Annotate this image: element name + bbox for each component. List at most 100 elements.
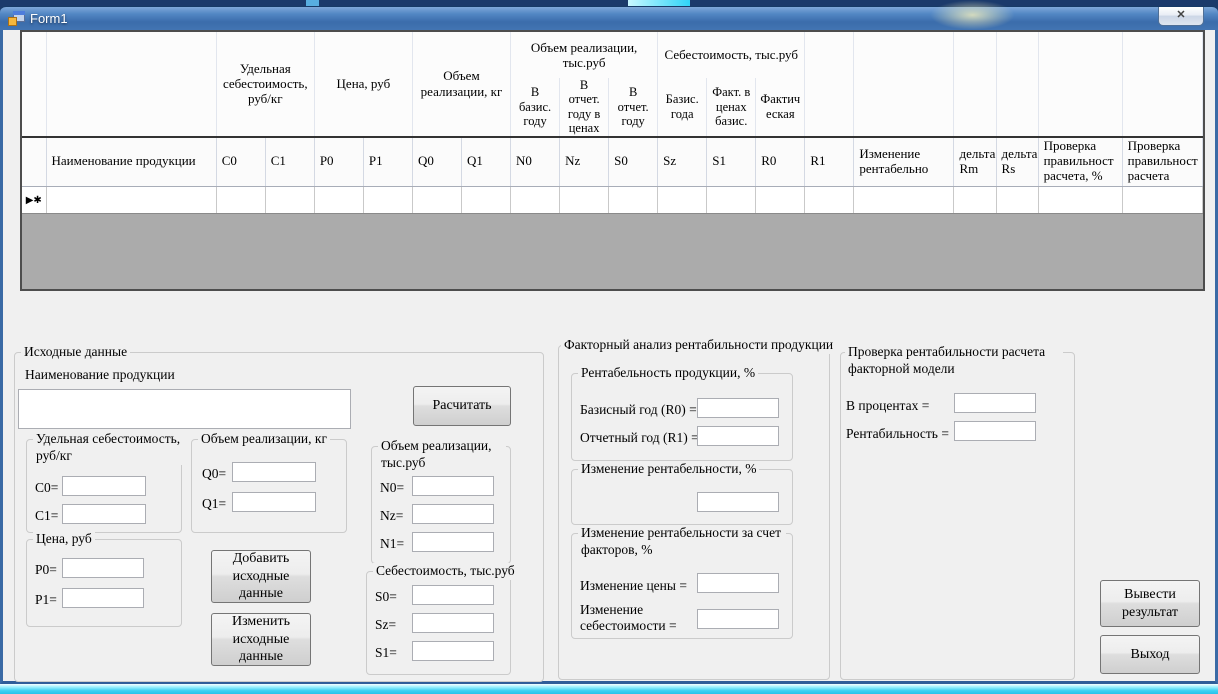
col-header-s0[interactable]: S0: [609, 137, 658, 187]
grid-cell[interactable]: [560, 187, 609, 214]
q0-input[interactable]: [232, 462, 316, 482]
izmenenie-sebestoimosti-input[interactable]: [697, 609, 779, 629]
groupbox-sebestoimost: Себестоимость, тыс.руб S0= Sz= S1=: [366, 571, 511, 675]
r1-result-label: Отчетный год (R1) =: [580, 430, 699, 446]
groupbox-iskhodnye-legend: Исходные данные: [21, 344, 130, 361]
grid-cell[interactable]: [609, 187, 658, 214]
n0-label: N0=: [380, 480, 404, 496]
izmenenie-sebestoimosti-label: Изменение себестоимости =: [580, 602, 692, 634]
subheader-fakt-cenah: Факт. в ценах базис.: [707, 78, 756, 137]
grid-cell[interactable]: [461, 187, 510, 214]
grid-cell[interactable]: [707, 187, 756, 214]
groupbox-obem-tys: Объем реализации, тыс.руб N0= Nz= N1=: [371, 446, 511, 564]
r0-result-input[interactable]: [697, 398, 779, 418]
grid-header-empty: [854, 32, 954, 137]
group-header-obem-kg: Объем реализации, кг: [412, 32, 510, 137]
groupbox-izmenenie-rentabelnosti: Изменение рентабельности, %: [571, 469, 793, 525]
grid-cell-selected[interactable]: [46, 187, 216, 214]
n0-input[interactable]: [412, 476, 494, 496]
groupbox-rentabelnost-legend: Рентабельность продукции, %: [578, 365, 758, 382]
grid-cell[interactable]: [412, 187, 461, 214]
col-header-c0[interactable]: C0: [216, 137, 265, 187]
n1-label: N1=: [380, 536, 404, 552]
col-header-izmenenie[interactable]: Изменение рентабельно: [854, 137, 954, 187]
grid-cell[interactable]: [996, 187, 1038, 214]
col-header-delta-rm[interactable]: дельта Rm: [954, 137, 996, 187]
grid-cell[interactable]: [756, 187, 805, 214]
r1-result-input[interactable]: [697, 426, 779, 446]
form-icon: [8, 11, 25, 27]
grid-cell[interactable]: [1038, 187, 1122, 214]
col-header-proverka[interactable]: Проверка правильност расчета: [1122, 137, 1202, 187]
p0-label: P0=: [35, 562, 57, 578]
col-header-s1[interactable]: S1: [707, 137, 756, 187]
col-header-p0[interactable]: P0: [314, 137, 363, 187]
izmenit-button[interactable]: Изменить исходные данные: [211, 613, 311, 666]
col-header-r0[interactable]: R0: [756, 137, 805, 187]
c1-input[interactable]: [62, 504, 146, 524]
nz-input[interactable]: [412, 504, 494, 524]
dobavit-button[interactable]: Добавить исходные данные: [211, 550, 311, 603]
p0-input[interactable]: [62, 558, 144, 578]
n1-input[interactable]: [412, 532, 494, 552]
s1-input[interactable]: [412, 641, 494, 661]
groupbox-obem-kg-legend: Объем реализации, кг: [198, 431, 330, 448]
naimenovanie-input[interactable]: [18, 389, 351, 429]
col-header-sz[interactable]: Sz: [658, 137, 707, 187]
q1-input[interactable]: [232, 492, 316, 512]
groupbox-proverka: Проверка рентабильности расчета факторно…: [840, 352, 1075, 680]
izmenenie-ceny-input[interactable]: [697, 573, 779, 593]
col-header-name[interactable]: Наименование продукции: [46, 137, 216, 187]
col-header-delta-rs[interactable]: дельта Rs: [996, 137, 1038, 187]
vykhod-button[interactable]: Выход: [1100, 635, 1200, 674]
grid-cell[interactable]: [314, 187, 363, 214]
grid-cell[interactable]: [265, 187, 314, 214]
data-grid-table: Удельная себестоимость, руб/кг Цена, руб…: [22, 32, 1203, 214]
grid-cell[interactable]: [363, 187, 412, 214]
izmenenie-rentabelnosti-input[interactable]: [697, 492, 779, 512]
subheader-bazis-godu: В базис. году: [511, 78, 560, 137]
col-header-n0[interactable]: N0: [511, 137, 560, 187]
raschitat-button[interactable]: Расчитать: [413, 386, 511, 426]
groupbox-iskhodnye: Исходные данные Наименование продукции У…: [14, 352, 544, 682]
p1-input[interactable]: [62, 588, 144, 608]
grid-cell[interactable]: [854, 187, 954, 214]
col-header-q0[interactable]: Q0: [412, 137, 461, 187]
rentabilnost-input[interactable]: [954, 421, 1036, 441]
col-header-proverka-pct[interactable]: Проверка правильност расчета, %: [1038, 137, 1122, 187]
grid-cell[interactable]: [511, 187, 560, 214]
grid-cell[interactable]: [658, 187, 707, 214]
r0-result-label: Базисный год (R0) =: [580, 402, 697, 418]
s0-label: S0=: [375, 589, 397, 605]
groupbox-udelnaya-legend: Удельная себестоимость, руб/кг: [33, 431, 188, 465]
c0-input[interactable]: [62, 476, 146, 496]
grid-cell[interactable]: [1122, 187, 1202, 214]
window-title: Form1: [30, 11, 68, 26]
form-body: Удельная себестоимость, руб/кг Цена, руб…: [0, 30, 1218, 684]
grid-cell[interactable]: [216, 187, 265, 214]
groupbox-rentabelnost: Рентабельность продукции, % Базисный год…: [571, 373, 793, 461]
vyvesti-rezultat-button[interactable]: Вывести результат: [1100, 580, 1200, 627]
groupbox-proverka-legend: Проверка рентабильности расчета факторно…: [845, 344, 1063, 378]
titlebar[interactable]: Form1 ✕: [0, 6, 1218, 30]
sz-input[interactable]: [412, 613, 494, 633]
col-header-nz[interactable]: Nz: [560, 137, 609, 187]
close-icon[interactable]: ✕: [1158, 7, 1204, 26]
v-procentah-input[interactable]: [954, 393, 1036, 413]
col-header-c1[interactable]: C1: [265, 137, 314, 187]
data-grid[interactable]: Удельная себестоимость, руб/кг Цена, руб…: [20, 30, 1205, 291]
col-header-r1[interactable]: R1: [805, 137, 854, 187]
grid-header-empty: [805, 32, 854, 137]
nz-label: Nz=: [380, 508, 403, 524]
izmenenie-ceny-label: Изменение цены =: [580, 578, 687, 594]
grid-cell[interactable]: [954, 187, 996, 214]
col-header-q1[interactable]: Q1: [461, 137, 510, 187]
naimenovanie-label: Наименование продукции: [25, 367, 175, 383]
subheader-otchet-godu: В отчет. году: [609, 78, 658, 137]
s0-input[interactable]: [412, 585, 494, 605]
grid-header-empty: [1038, 32, 1122, 137]
groupbox-obem-tys-legend: Объем реализации, тыс.руб: [378, 438, 506, 472]
col-header-p1[interactable]: P1: [363, 137, 412, 187]
grid-cell[interactable]: [805, 187, 854, 214]
new-row-marker[interactable]: ▶✱: [22, 187, 46, 214]
